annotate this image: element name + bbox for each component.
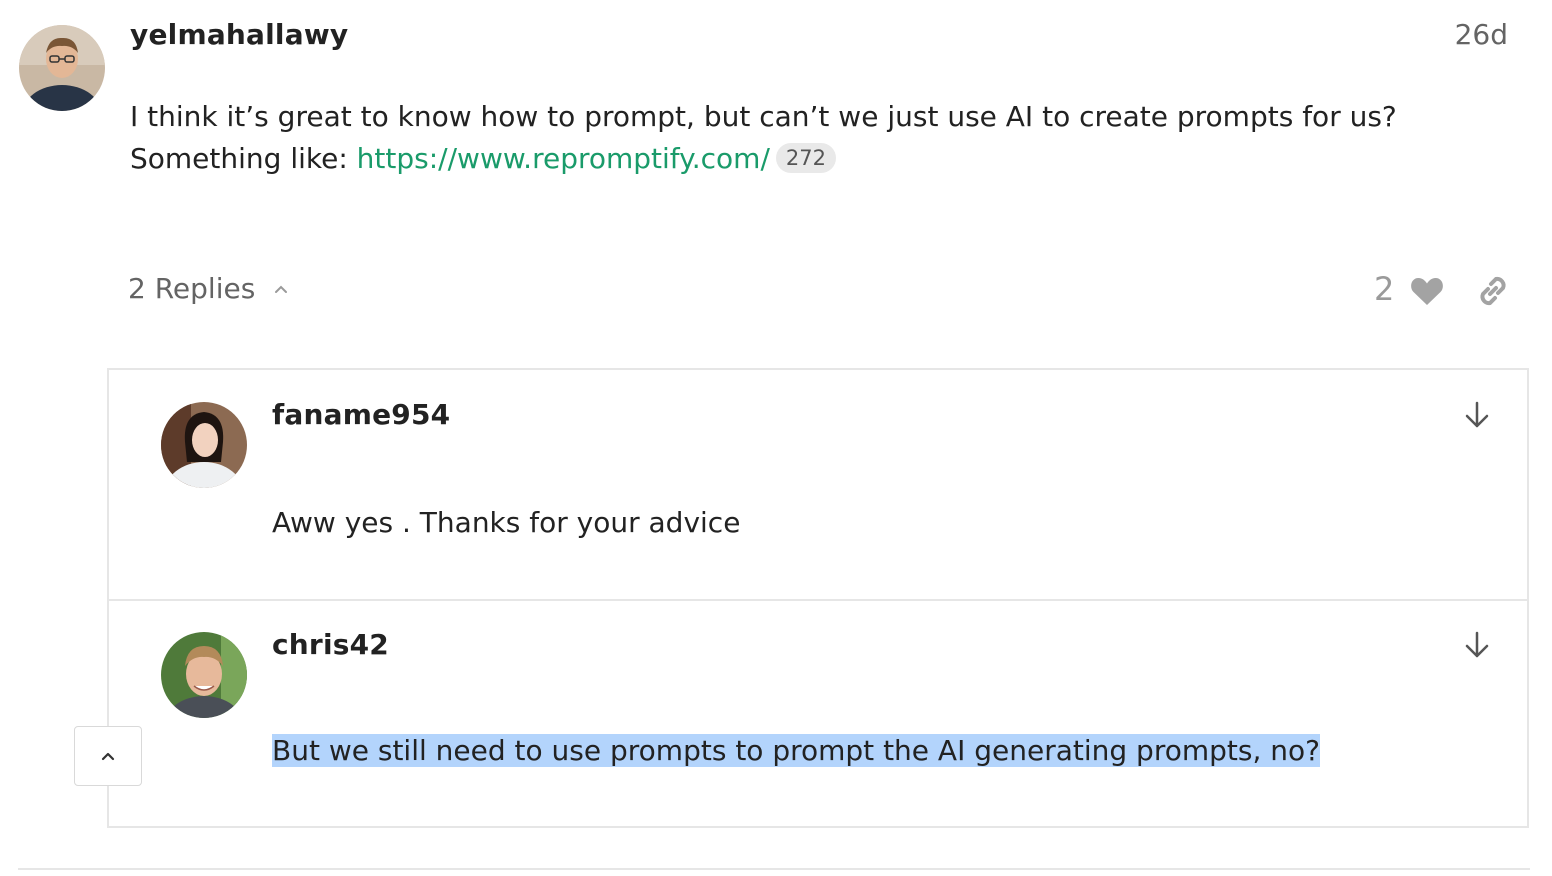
- replies-container: faname954 Aww yes . Thanks for your advi…: [107, 368, 1529, 828]
- reply-author[interactable]: chris42: [272, 628, 389, 661]
- reply-divider: [109, 599, 1527, 601]
- link-icon[interactable]: [1474, 272, 1512, 310]
- divider: [18, 868, 1530, 870]
- chevron-up-icon: [101, 752, 115, 761]
- arrow-down-icon[interactable]: [1463, 400, 1491, 430]
- heart-icon[interactable]: [1410, 276, 1444, 306]
- arrow-down-icon[interactable]: [1463, 630, 1491, 660]
- avatar[interactable]: [19, 25, 105, 111]
- post-link[interactable]: https://www.repromptify.com/: [357, 142, 770, 175]
- chevron-up-icon: [275, 285, 288, 293]
- post-author[interactable]: yelmahallawy: [130, 18, 348, 51]
- replies-toggle-button[interactable]: 2 Replies: [128, 272, 289, 305]
- reply-text: Aww yes . Thanks for your advice: [272, 506, 741, 539]
- like-count[interactable]: 2: [1374, 270, 1394, 308]
- reply-text: But we still need to use prompts to prom…: [272, 734, 1321, 767]
- avatar[interactable]: [161, 402, 247, 488]
- post-date[interactable]: 26d: [1455, 18, 1508, 51]
- replies-count-label: 2 Replies: [128, 272, 256, 305]
- post-body: I think it’s great to know how to prompt…: [130, 96, 1397, 180]
- post-body-line: I think it’s great to know how to prompt…: [130, 100, 1397, 133]
- reply-author[interactable]: faname954: [272, 398, 450, 431]
- link-click-count: 272: [775, 143, 836, 173]
- avatar[interactable]: [161, 632, 247, 718]
- scroll-to-top-button[interactable]: [74, 726, 142, 786]
- post-body-line: Something like: https://www.repromptify.…: [130, 138, 1397, 180]
- post-body-prefix: Something like:: [130, 142, 357, 175]
